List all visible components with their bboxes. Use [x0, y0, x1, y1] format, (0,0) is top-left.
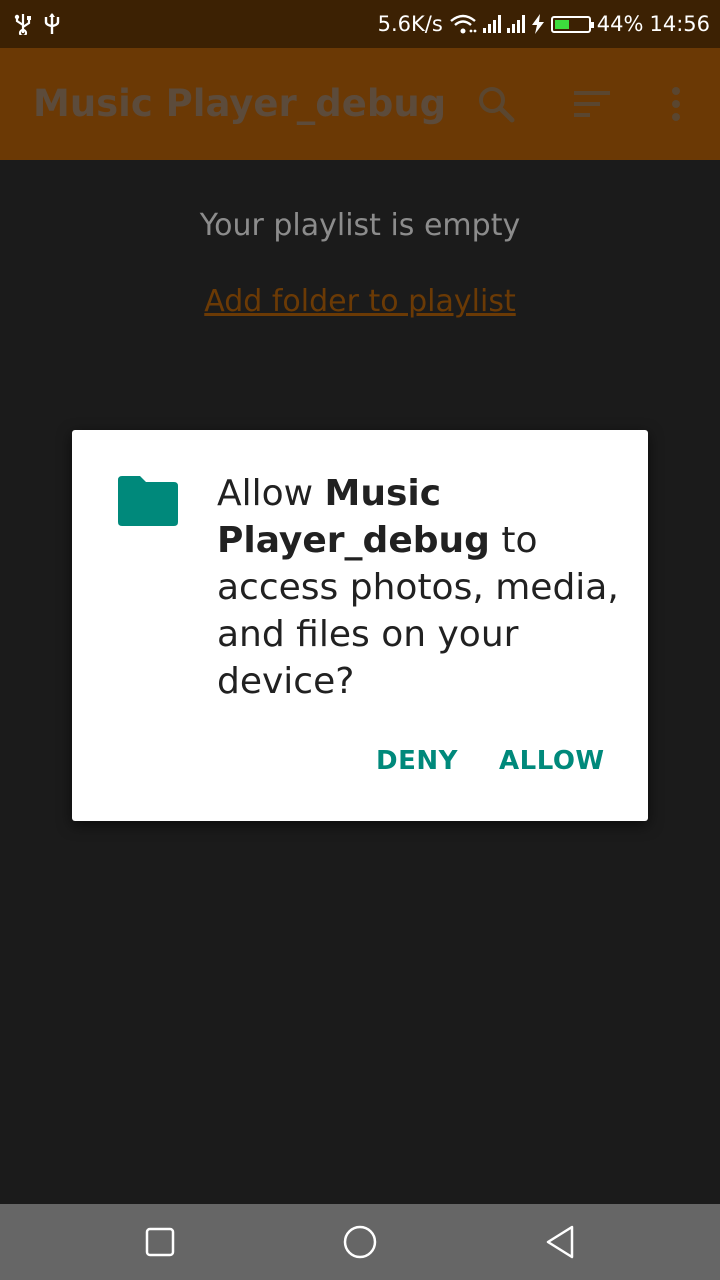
recents-square-icon[interactable] [120, 1204, 200, 1280]
clock: 14:56 [649, 12, 710, 36]
charging-bolt-icon [531, 14, 544, 34]
status-bar: 5.6K/s 44% 14:56 [0, 0, 720, 48]
folder-icon [118, 476, 178, 526]
navigation-bar [0, 1204, 720, 1280]
signal-icon-1 [482, 15, 501, 33]
status-left-icons [12, 10, 62, 38]
sort-icon[interactable] [562, 48, 622, 160]
deny-button[interactable]: DENY [370, 742, 464, 780]
app-bar: Music Player_debug [0, 48, 720, 160]
more-vert-icon[interactable] [646, 48, 706, 160]
search-icon[interactable] [466, 48, 526, 160]
battery-percent: 44% [596, 12, 644, 36]
usb-debug-icon [44, 13, 60, 34]
status-right: 5.6K/s 44% 14:56 [378, 0, 710, 48]
empty-playlist-message: Your playlist is empty [199, 208, 521, 243]
signal-icon-2 [506, 15, 525, 33]
dialog-message: Allow Music Player_debug to access photo… [217, 470, 627, 705]
app-title: Music Player_debug [33, 82, 447, 125]
add-folder-link[interactable]: Add folder to playlist [0, 284, 720, 319]
permission-dialog: Allow Music Player_debug to access photo… [72, 430, 648, 821]
wifi-icon [450, 14, 477, 34]
home-circle-icon[interactable] [320, 1204, 400, 1280]
battery-icon [550, 15, 594, 33]
allow-button[interactable]: ALLOW [493, 742, 611, 780]
net-speed: 5.6K/s [377, 12, 443, 36]
back-triangle-icon[interactable] [520, 1204, 600, 1280]
dialog-message-prefix: Allow [217, 473, 325, 514]
usb-icon [14, 14, 31, 35]
